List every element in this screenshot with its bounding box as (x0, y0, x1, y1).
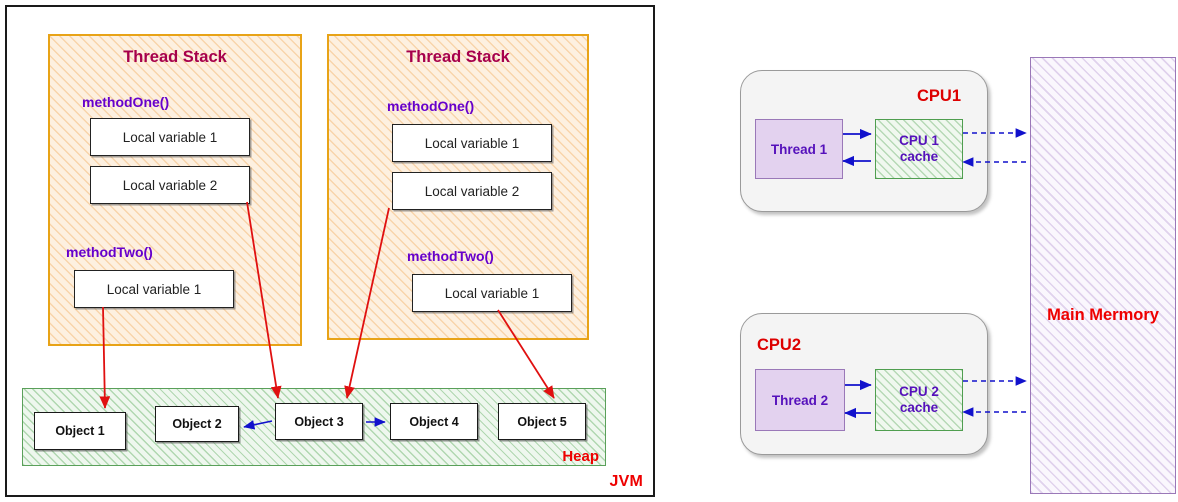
cpu2-cache-line-1: CPU 2 (899, 384, 939, 400)
cpu2-label: CPU2 (757, 336, 802, 354)
thread-stack-2: Thread Stack methodOne() Local variable … (327, 34, 589, 340)
thread-stack-1-method-one-label: methodOne() (82, 94, 170, 110)
jvm-label: JVM (609, 473, 643, 490)
heap-object-2: Object 2 (155, 406, 239, 442)
thread-stack-2-method-one-label: methodOne() (387, 98, 475, 114)
thread-stack-2-title: Thread Stack (406, 48, 510, 66)
cpu1-cache-line-2: cache (899, 149, 939, 164)
thread-stack-2-method-two-var-1: Local variable 1 (412, 274, 572, 312)
cpu2-cache-line-2: cache (899, 400, 939, 415)
cpu1-label: CPU1 (916, 87, 961, 105)
cpu1-cache-line-1: CPU 1 (899, 133, 939, 149)
heap-object-5: Object 5 (498, 403, 586, 440)
main-memory-label: Main Mermory (1047, 306, 1159, 324)
cpu1-container: CPU1 Thread 1 CPU 1 cache (740, 70, 988, 212)
cpu1-thread-box: Thread 1 (755, 119, 843, 179)
cpu2-container: CPU2 Thread 2 CPU 2 cache (740, 313, 988, 455)
cpu2-cache-box: CPU 2 cache (875, 369, 963, 431)
thread-stack-1-title: Thread Stack (123, 48, 227, 66)
thread-stack-2-method-two-label: methodTwo() (407, 248, 494, 264)
thread-stack-2-method-one-var-2: Local variable 2 (392, 172, 552, 210)
main-memory-container: Main Mermory (1030, 57, 1176, 494)
thread-stack-1-method-two-var-1: Local variable 1 (74, 270, 234, 308)
heap-object-1: Object 1 (34, 412, 126, 450)
thread-stack-1-method-two-label: methodTwo() (66, 244, 153, 260)
cpu1-cache-box: CPU 1 cache (875, 119, 963, 179)
diagram-canvas: JVM Thread Stack methodOne() Local varia… (0, 0, 1178, 502)
thread-stack-2-method-one-var-1: Local variable 1 (392, 124, 552, 162)
heap-label: Heap (562, 448, 599, 465)
thread-stack-1-method-one-var-1: Local variable 1 (90, 118, 250, 156)
thread-stack-1: Thread Stack methodOne() Local variable … (48, 34, 302, 346)
heap-object-3: Object 3 (275, 403, 363, 440)
cpu2-thread-box: Thread 2 (755, 369, 845, 431)
thread-stack-1-method-one-var-2: Local variable 2 (90, 166, 250, 204)
heap-object-4: Object 4 (390, 403, 478, 440)
